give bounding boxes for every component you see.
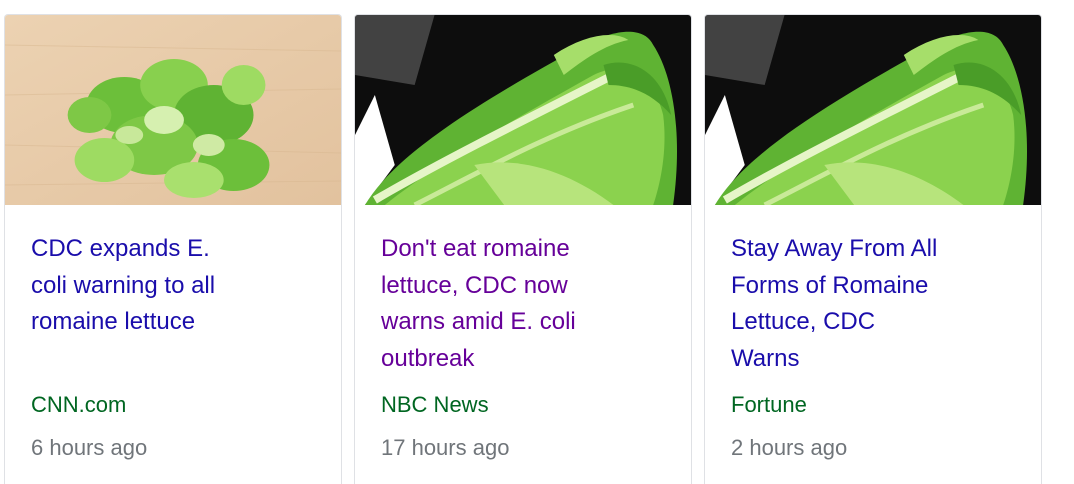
headline-line: outbreak <box>381 344 475 372</box>
romaine-lettuce-image <box>705 15 1041 205</box>
headline-line: Don't eat romaine <box>381 235 570 262</box>
news-headline[interactable]: Stay Away From All Forms of Romaine Lett… <box>731 231 1015 377</box>
news-timestamp: 6 hours ago <box>31 435 148 460</box>
news-source: CNN.com <box>31 392 127 417</box>
news-card-2[interactable]: Don't eat romaine lettuce, CDC now warns… <box>354 14 692 484</box>
news-thumbnail-romaine-head[interactable] <box>355 15 691 205</box>
news-source: Fortune <box>731 392 807 417</box>
headline-line: Warns <box>731 344 800 372</box>
chopped-lettuce-image <box>5 15 341 205</box>
news-source: NBC News <box>381 392 489 417</box>
headline-line: lettuce, CDC now <box>381 271 568 299</box>
headline-line: Stay Away From All <box>731 235 938 262</box>
news-timestamp: 2 hours ago <box>731 435 848 460</box>
headline-line: Lettuce, CDC <box>731 308 876 335</box>
romaine-lettuce-image <box>355 15 691 205</box>
news-headline[interactable]: Don't eat romaine lettuce, CDC now warns… <box>381 231 665 377</box>
news-thumbnail-romaine-head[interactable] <box>705 15 1041 205</box>
headline-line: romaine lettuce <box>31 308 196 335</box>
news-thumbnail-chopped-lettuce[interactable] <box>5 15 341 205</box>
headline-line: coli warning to all <box>31 271 216 299</box>
news-card-1[interactable]: CDC expands E. coli warning to all romai… <box>4 14 342 484</box>
news-card-3[interactable]: Stay Away From All Forms of Romaine Lett… <box>704 14 1042 484</box>
headline-line: Forms of Romaine <box>731 271 929 299</box>
news-timestamp: 17 hours ago <box>381 435 510 460</box>
top-stories-carousel: CDC expands E. coli warning to all romai… <box>4 14 1042 484</box>
news-headline[interactable]: CDC expands E. coli warning to all romai… <box>31 231 315 377</box>
headline-line: warns amid E. coli <box>381 308 576 335</box>
headline-line: CDC expands E. <box>31 235 210 262</box>
